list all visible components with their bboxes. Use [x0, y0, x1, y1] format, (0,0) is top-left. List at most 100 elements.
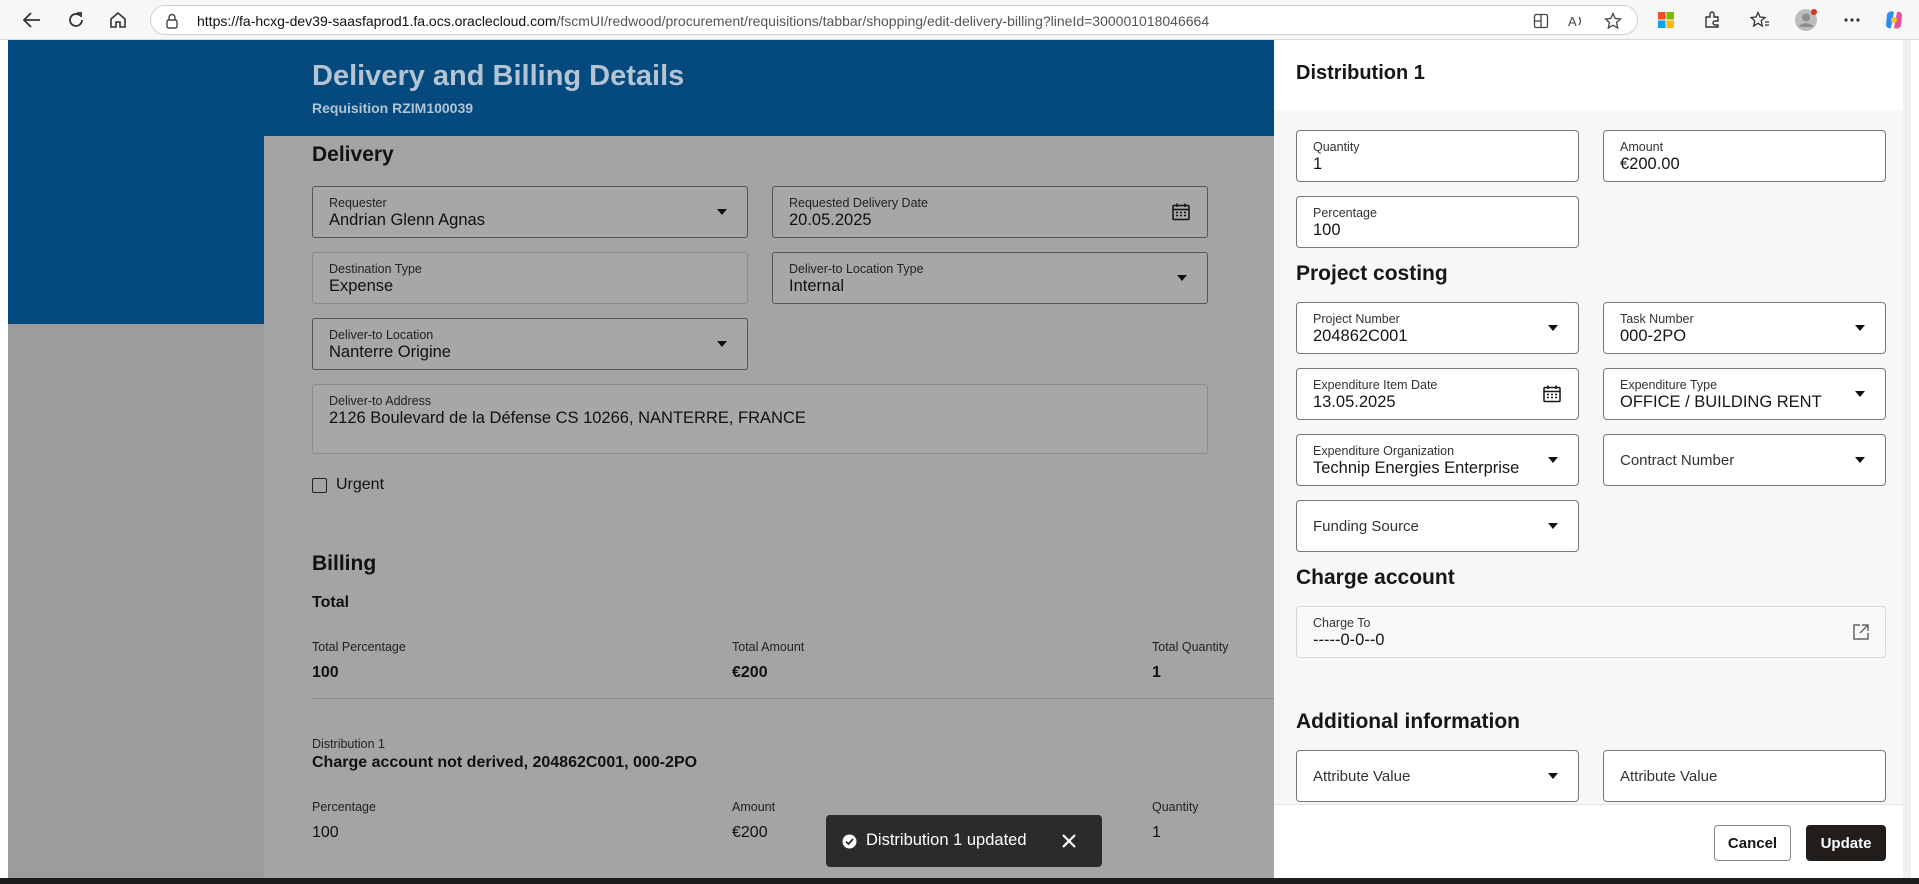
- attribute-value-field-1[interactable]: Attribute Value: [1296, 750, 1579, 802]
- project-costing-title: Project costing: [1296, 262, 1448, 285]
- deliver-to-address-label: Deliver-to Address: [329, 394, 432, 408]
- expenditure-type-value: OFFICE / BUILDING RENT: [1620, 393, 1822, 411]
- percentage-field[interactable]: Percentage 100: [1296, 196, 1579, 248]
- task-number-field[interactable]: Task Number 000-2PO: [1603, 302, 1886, 354]
- attribute-value-label-2: Attribute Value: [1620, 768, 1718, 785]
- attribute-value-field-2[interactable]: Attribute Value: [1603, 750, 1886, 802]
- taskbar-edge: [0, 878, 1919, 884]
- microsoft-365-icon[interactable]: [1654, 8, 1678, 32]
- percentage-label: Percentage: [1313, 206, 1377, 220]
- favorite-star-icon[interactable]: [1603, 12, 1623, 30]
- funding-source-field[interactable]: Funding Source: [1296, 500, 1579, 552]
- charge-to-field: Charge To -----0-0--0: [1296, 606, 1886, 658]
- update-button[interactable]: Update: [1806, 825, 1886, 861]
- percentage-value: 100: [1313, 221, 1341, 239]
- expenditure-organization-field[interactable]: Expenditure Organization Technip Energie…: [1296, 434, 1579, 486]
- chevron-down-icon[interactable]: [1177, 275, 1187, 281]
- external-link-icon[interactable]: [1851, 622, 1871, 647]
- profile-icon[interactable]: [1794, 8, 1818, 32]
- chevron-down-icon[interactable]: [1548, 457, 1558, 463]
- svg-text:A: A: [1568, 14, 1577, 29]
- refresh-icon[interactable]: [62, 6, 90, 34]
- deliver-to-address-field: Deliver-to Address 2126 Boulevard de la …: [312, 384, 1208, 454]
- urgent-checkbox[interactable]: [312, 478, 327, 493]
- url-host: https://fa-hcxg-dev39-saasfaprod1.fa.ocs…: [197, 13, 557, 29]
- lock-icon[interactable]: [165, 13, 179, 34]
- chevron-down-icon[interactable]: [1548, 523, 1558, 529]
- expenditure-type-label: Expenditure Type: [1620, 378, 1718, 392]
- page-content: Delivery and Billing Details Requisition…: [8, 40, 1911, 878]
- chevron-down-icon[interactable]: [1855, 457, 1865, 463]
- deliver-to-location-value: Nanterre Origine: [329, 343, 451, 361]
- url-text: https://fa-hcxg-dev39-saasfaprod1.fa.ocs…: [197, 13, 1209, 29]
- calendar-icon[interactable]: [1171, 202, 1191, 227]
- amount-label: Amount: [1620, 140, 1664, 154]
- requested-delivery-date-label: Requested Delivery Date: [789, 196, 928, 210]
- expenditure-item-date-value: 13.05.2025: [1313, 393, 1396, 411]
- distribution-percentage-label: Percentage: [312, 800, 376, 814]
- quantity-field[interactable]: Quantity 1: [1296, 130, 1579, 182]
- project-number-label: Project Number: [1313, 312, 1400, 326]
- total-title: Total: [312, 594, 350, 611]
- task-number-value: 000-2PO: [1620, 327, 1687, 345]
- requested-delivery-date-value: 20.05.2025: [789, 211, 872, 229]
- address-bar[interactable]: https://fa-hcxg-dev39-saasfaprod1.fa.ocs…: [150, 5, 1638, 35]
- check-circle-icon: [842, 834, 857, 854]
- copilot-icon[interactable]: [1882, 8, 1906, 32]
- funding-source-label: Funding Source: [1313, 518, 1419, 535]
- distribution-summary[interactable]: Charge account not derived, 204862C001, …: [312, 754, 697, 772]
- calendar-icon[interactable]: [1542, 384, 1562, 409]
- deliver-to-location-type-field[interactable]: Deliver-to Location Type Internal: [772, 252, 1208, 304]
- chevron-down-icon[interactable]: [1855, 325, 1865, 331]
- quantity-label: Quantity: [1313, 140, 1360, 154]
- more-icon[interactable]: [1840, 8, 1864, 32]
- distribution-percentage-value: 100: [312, 824, 339, 841]
- total-amount-label: Total Amount: [732, 640, 805, 654]
- chevron-down-icon[interactable]: [1855, 391, 1865, 397]
- billing-section-title: Billing: [312, 552, 377, 575]
- browser-toolbar: https://fa-hcxg-dev39-saasfaprod1.fa.ocs…: [0, 0, 1919, 40]
- task-number-label: Task Number: [1620, 312, 1694, 326]
- contract-number-field[interactable]: Contract Number: [1603, 434, 1886, 486]
- drawer-header: Distribution 1: [1274, 40, 1911, 110]
- expenditure-item-date-field[interactable]: Expenditure Item Date 13.05.2025: [1296, 368, 1579, 420]
- toast-notification: Distribution 1 updated: [826, 815, 1102, 867]
- distribution-drawer: Distribution 1 Quantity 1 Amount €200.00…: [1274, 40, 1911, 878]
- chevron-down-icon[interactable]: [717, 341, 727, 347]
- expenditure-type-field[interactable]: Expenditure Type OFFICE / BUILDING RENT: [1603, 368, 1886, 420]
- back-icon[interactable]: [18, 6, 46, 34]
- total-amount-value: €200: [732, 664, 768, 681]
- expenditure-organization-value: Technip Energies Enterprise: [1313, 459, 1520, 477]
- total-percentage-label: Total Percentage: [312, 640, 406, 654]
- project-number-field[interactable]: Project Number 204862C001: [1296, 302, 1579, 354]
- requester-field[interactable]: Requester Andrian Glenn Agnas: [312, 186, 748, 238]
- page-title: Delivery and Billing Details: [312, 60, 685, 92]
- chevron-down-icon[interactable]: [717, 209, 727, 215]
- chevron-down-icon[interactable]: [1548, 325, 1558, 331]
- browser-window: https://fa-hcxg-dev39-saasfaprod1.fa.ocs…: [0, 0, 1919, 884]
- amount-field[interactable]: Amount €200.00: [1603, 130, 1886, 182]
- cancel-button[interactable]: Cancel: [1714, 825, 1791, 861]
- destination-type-value: Expense: [329, 277, 394, 295]
- drawer-body: Quantity 1 Amount €200.00 Percentage 100…: [1274, 110, 1911, 804]
- expenditure-item-date-label: Expenditure Item Date: [1313, 378, 1438, 392]
- distribution-quantity-value: 1: [1152, 824, 1161, 841]
- charge-to-value: -----0-0--0: [1313, 631, 1385, 649]
- requested-delivery-date-field[interactable]: Requested Delivery Date 20.05.2025: [772, 186, 1208, 238]
- split-view-icon[interactable]: [1531, 12, 1551, 30]
- close-icon[interactable]: [1060, 832, 1078, 850]
- chevron-down-icon[interactable]: [1548, 773, 1558, 779]
- quantity-value: 1: [1313, 155, 1323, 173]
- favorites-icon[interactable]: [1748, 8, 1772, 32]
- deliver-to-location-field[interactable]: Deliver-to Location Nanterre Origine: [312, 318, 748, 370]
- read-aloud-icon[interactable]: A: [1567, 12, 1587, 30]
- extensions-icon[interactable]: [1700, 8, 1724, 32]
- page-scrollbar[interactable]: [1903, 40, 1911, 878]
- home-icon[interactable]: [104, 6, 132, 34]
- distribution-quantity-label: Quantity: [1152, 800, 1199, 814]
- project-number-value: 204862C001: [1313, 327, 1408, 345]
- toast-message: Distribution 1 updated: [866, 831, 1027, 849]
- page-subtitle: Requisition RZIM100039: [312, 100, 474, 116]
- deliver-to-location-label: Deliver-to Location: [329, 328, 434, 342]
- distribution-amount-value: €200: [732, 824, 768, 841]
